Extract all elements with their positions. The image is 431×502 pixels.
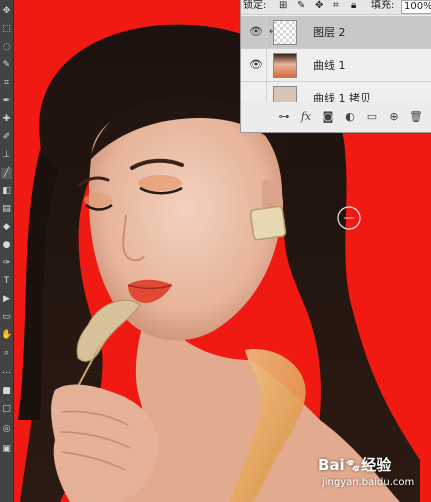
eye-icon[interactable]: 👁︎ — [249, 25, 263, 39]
eye-icon[interactable]: 👁︎ — [249, 58, 263, 72]
tools-panel: ✥ ⬚ ◌ ✎ ⌗ ✒ ✚ ✐ ⊥ ╱ ◧ ▤ ◆ ● ✑ T ▶ ▭ ✋ ⌕ … — [0, 0, 14, 502]
healing-tool-icon[interactable]: ✚ — [1, 114, 12, 125]
layer-row[interactable]: 曲线 1 拷贝 — [241, 82, 431, 102]
layer-thumbnail — [273, 53, 297, 78]
background-color-swatch[interactable]: □ — [1, 404, 12, 415]
left-eyeshadow — [138, 175, 182, 191]
gradient-tool-icon[interactable]: ▤ — [1, 204, 12, 215]
marquee-tool-icon[interactable]: ⬚ — [1, 24, 12, 35]
paw-icon: 🐾︎ — [344, 459, 362, 474]
layer-thumbnail — [273, 20, 297, 45]
stamp-tool-icon[interactable]: ⊥ — [1, 150, 12, 161]
hand-tool-icon[interactable]: ✋ — [1, 330, 12, 341]
crop-tool-icon[interactable]: ⌗ — [1, 78, 12, 89]
watermark-brand: Bai — [318, 456, 345, 474]
fill-input[interactable]: 100% — [401, 0, 431, 14]
blur-tool-icon[interactable]: ◆ — [1, 222, 12, 233]
lock-image-icon[interactable]: ✎ — [297, 0, 305, 12]
quick-select-tool-icon[interactable]: ✎ — [1, 60, 12, 71]
brush-tool-icon[interactable]: ✐ — [1, 132, 12, 143]
lock-artboard-icon[interactable]: ⌗ — [333, 0, 339, 12]
path-select-tool-icon[interactable]: ▶ — [1, 294, 12, 305]
right-eyeshadow — [84, 193, 112, 207]
screen-mode-icon[interactable]: ▣ — [1, 444, 12, 455]
link-layers-icon[interactable]: ⊶ — [277, 110, 291, 124]
earring — [249, 205, 287, 241]
eraser-tool-icon[interactable]: ◧ — [1, 186, 12, 197]
move-tool-icon[interactable]: ✥ — [1, 6, 12, 17]
layer-name[interactable]: 曲线 1 — [313, 59, 346, 72]
layer-name[interactable]: 曲线 1 拷贝 — [313, 92, 371, 102]
zoom-tool-icon[interactable]: ⌕ — [1, 348, 12, 359]
pen-tool-icon[interactable]: ✑ — [1, 258, 12, 269]
lock-label: 锁定: — [243, 0, 267, 11]
shape-tool-icon[interactable]: ▭ — [1, 312, 12, 323]
fill-label: 填充: — [371, 0, 395, 11]
fx-icon[interactable]: fx — [299, 110, 313, 124]
new-layer-icon[interactable]: ⊕ — [387, 110, 401, 124]
lock-transparent-icon[interactable]: ⊞ — [279, 0, 287, 12]
layer-row[interactable]: 👁︎ 曲线 1 — [241, 49, 431, 82]
baidu-jingyan-watermark: Bai🐾︎经验 jingyan.baidu.com — [318, 456, 418, 496]
lasso-tool-icon[interactable]: ◌ — [1, 42, 12, 53]
lock-position-icon[interactable]: ✥ — [315, 0, 323, 12]
history-brush-tool-icon[interactable]: ╱ — [1, 168, 12, 179]
watermark-brand-suffix: 经验 — [361, 456, 392, 474]
watermark-url: jingyan.baidu.com — [322, 477, 415, 488]
more-tools-icon[interactable]: … — [1, 366, 12, 377]
lock-row: 锁定: ⊞ ✎ ✥ ⌗ 🔒︎ 填充: 100% — [241, 0, 431, 15]
delete-layer-icon[interactable]: 🗑︎ — [409, 110, 423, 124]
add-mask-icon[interactable]: ◙ — [321, 110, 335, 124]
layers-panel-footer: ⊶ fx ◙ ◐ ▭ ⊕ 🗑︎ — [241, 102, 431, 132]
layer-thumbnail — [273, 86, 297, 102]
new-group-icon[interactable]: ▭ — [365, 110, 379, 124]
layer-name[interactable]: 图层 2 — [313, 26, 346, 39]
type-tool-icon[interactable]: T — [1, 276, 12, 287]
adjustment-layer-icon[interactable]: ◐ — [343, 110, 357, 124]
lock-all-icon[interactable]: 🔒︎ — [351, 0, 356, 12]
eyedropper-tool-icon[interactable]: ✒ — [1, 96, 12, 107]
dodge-tool-icon[interactable]: ● — [1, 240, 12, 251]
layer-row[interactable]: 👁︎ ↵ 图层 2 — [241, 16, 431, 49]
foreground-color-swatch[interactable]: ■ — [1, 386, 12, 397]
quick-mask-icon[interactable]: ◎ — [1, 424, 12, 435]
layers-panel: 锁定: ⊞ ✎ ✥ ⌗ 🔒︎ 填充: 100% 👁︎ ↵ 图层 2 👁︎ 曲线 … — [240, 0, 431, 133]
